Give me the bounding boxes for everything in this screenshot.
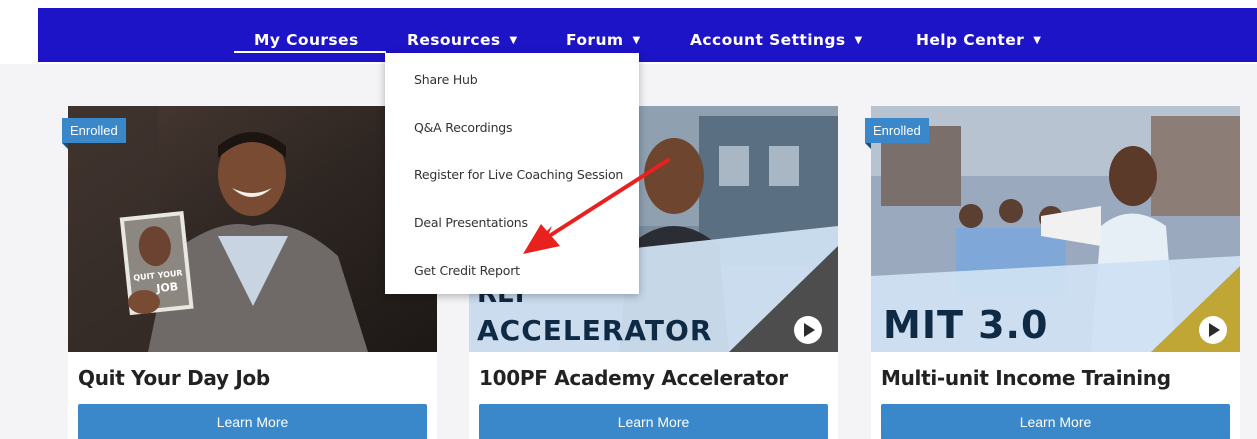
course-title[interactable]: Multi-unit Income Training — [881, 366, 1171, 390]
thumbnail-headline: MIT 3.0 — [883, 303, 1048, 347]
enrolled-badge: Enrolled — [62, 118, 126, 143]
play-icon[interactable] — [1199, 316, 1227, 344]
nav-item-account-settings[interactable]: Account Settings ▼ — [690, 8, 863, 62]
menu-item-qa-recordings[interactable]: Q&A Recordings — [414, 120, 513, 135]
resources-dropdown-menu: Share Hub Q&A Recordings Register for Li… — [385, 53, 639, 294]
course-title[interactable]: 100PF Academy Accelerator — [479, 366, 788, 390]
badge-fold — [865, 143, 871, 149]
nav-item-help-center[interactable]: Help Center ▼ — [916, 8, 1041, 62]
nav-item-label: My Courses — [254, 31, 359, 49]
caret-down-icon: ▼ — [854, 35, 863, 46]
caret-down-icon: ▼ — [632, 35, 641, 46]
menu-item-get-credit-report[interactable]: Get Credit Report — [414, 263, 520, 278]
learn-more-button[interactable]: Learn More — [479, 404, 828, 439]
thumbnail-headline: ACCELERATOR — [477, 314, 712, 347]
learn-more-button[interactable]: Learn More — [881, 404, 1230, 439]
nav-item-label: Help Center — [916, 31, 1025, 49]
menu-item-deal-presentations[interactable]: Deal Presentations — [414, 215, 528, 230]
learn-more-button[interactable]: Learn More — [78, 404, 427, 439]
nav-item-label: Resources — [407, 31, 501, 49]
book-cover-text: JOB — [155, 280, 179, 295]
active-tab-underline — [234, 51, 386, 53]
course-title[interactable]: Quit Your Day Job — [78, 366, 270, 390]
nav-item-label: Account Settings — [690, 31, 846, 49]
menu-item-register-live-coaching[interactable]: Register for Live Coaching Session — [414, 167, 623, 182]
nav-item-label: Forum — [566, 31, 624, 49]
nav-item-my-courses[interactable]: My Courses — [254, 8, 359, 62]
menu-item-share-hub[interactable]: Share Hub — [414, 72, 478, 87]
caret-down-icon: ▼ — [509, 35, 518, 46]
course-card-multi-unit-income-training: MIT 3.0 Enrolled Multi-unit Income Train… — [865, 106, 1240, 439]
course-card-quit-your-day-job: QUIT YOUR JOB Enrolled Quit Your Day Job… — [62, 106, 437, 439]
caret-down-icon: ▼ — [1033, 35, 1042, 46]
navbar-bar: My Courses Resources ▼ Forum ▼ Account Set… — [38, 8, 1257, 62]
badge-fold — [62, 143, 68, 149]
play-icon[interactable] — [794, 316, 822, 344]
enrolled-badge: Enrolled — [865, 118, 929, 143]
